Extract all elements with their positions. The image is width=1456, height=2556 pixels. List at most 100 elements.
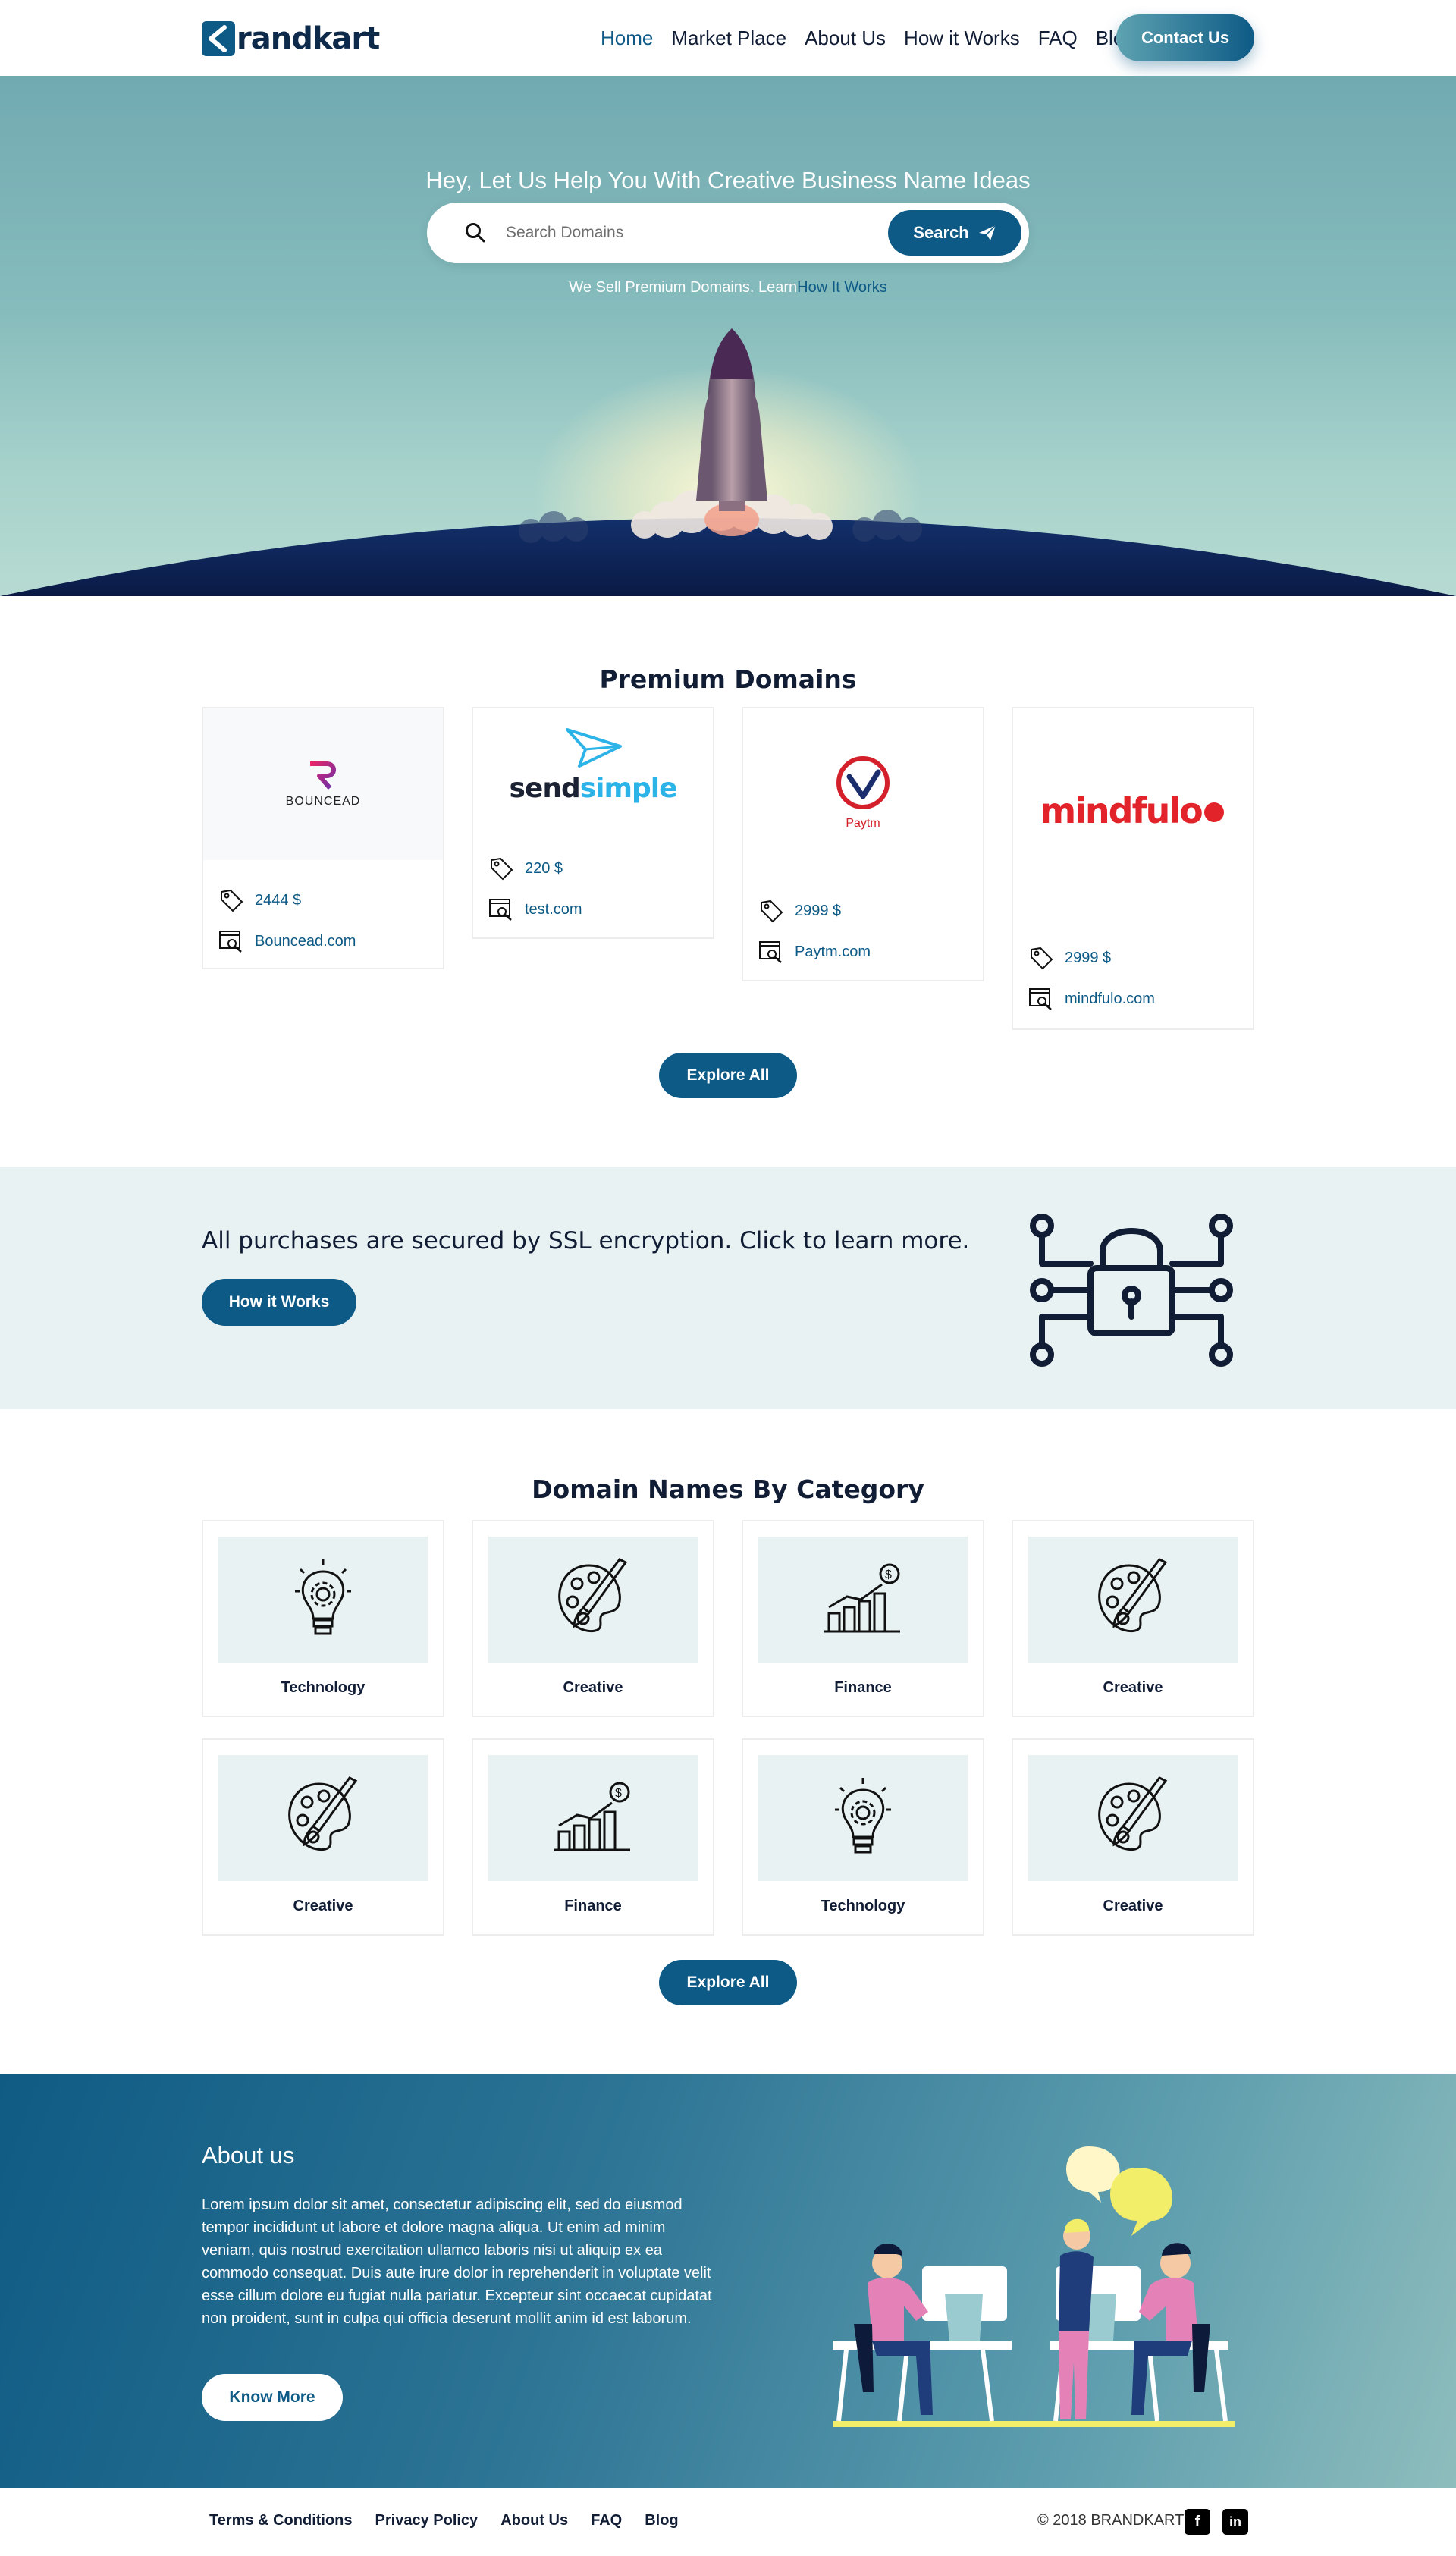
category-card-finance[interactable]: $ Finance [742, 1520, 984, 1717]
category-label: Technology [821, 1898, 905, 1914]
category-art: $ [758, 1537, 968, 1663]
domain-name[interactable]: test.com [525, 901, 582, 918]
mindfulo-wordmark: mindfulo [1040, 790, 1203, 831]
category-card-technology[interactable]: Technology [202, 1520, 444, 1717]
svg-text:$: $ [615, 1787, 622, 1800]
price-row: 2999 $ [758, 898, 841, 924]
nav-market-place[interactable]: Market Place [671, 24, 786, 52]
team-working-illustration [833, 2146, 1235, 2427]
search-input[interactable] [506, 215, 900, 251]
domain-name[interactable]: Paytm.com [795, 944, 871, 961]
hero-subtitle: We Sell Premium Domains. LearnHow It Wor… [0, 279, 1456, 297]
about-body: Lorem ipsum dolor sit amet, consectetur … [202, 2196, 712, 2327]
premium-domains-section: Premium Domains BOUNCEAD 2444 $ Bouncead… [0, 596, 1456, 1167]
domain-name[interactable]: mindfulo.com [1065, 991, 1155, 1008]
footer-nav: Terms & Conditions Privacy Policy About … [209, 2512, 701, 2529]
domain-card[interactable]: BOUNCEAD 2444 $ Bouncead.com [202, 707, 444, 969]
category-card-creative[interactable]: Creative [1012, 1738, 1254, 1936]
nav-how-it-works[interactable]: How it Works [904, 24, 1020, 52]
category-card-creative[interactable]: Creative [202, 1738, 444, 1936]
about-section: About us Lorem ipsum dolor sit amet, con… [0, 2074, 1456, 2488]
category-art [1028, 1537, 1238, 1663]
price-row: 220 $ [488, 856, 563, 881]
lightbulb-gear-icon [295, 1559, 351, 1635]
ssl-banner: All purchases are secured by SSL encrypt… [0, 1167, 1456, 1409]
category-label: Creative [1103, 1679, 1163, 1696]
domain-price: 220 $ [525, 859, 563, 877]
know-more-button[interactable]: Know More [202, 2374, 343, 2421]
explore-all-domains-button[interactable]: Explore All [659, 1053, 797, 1098]
search-button-label: Search [913, 223, 969, 242]
footer-link-faq[interactable]: FAQ [591, 2512, 622, 2529]
linkedin-icon[interactable]: in [1222, 2509, 1248, 2535]
paytm-check-icon [836, 755, 890, 809]
category-art [758, 1755, 968, 1881]
footer-link-about[interactable]: About Us [500, 2512, 568, 2529]
price-tag-icon [491, 857, 513, 881]
footer-link-blog[interactable]: Blog [645, 2512, 678, 2529]
price-tag-icon [221, 889, 243, 912]
footer-link-terms[interactable]: Terms & Conditions [209, 2512, 353, 2529]
domain-name[interactable]: Bouncead.com [255, 933, 356, 950]
domain-price: 2999 $ [1065, 949, 1112, 966]
category-card-technology[interactable]: Technology [742, 1738, 984, 1936]
domain-price: 2444 $ [255, 891, 302, 909]
domain-card[interactable]: mindfulo 2999 $ mindfulo.com [1012, 707, 1254, 1030]
how-it-works-link[interactable]: How It Works [797, 279, 887, 296]
web-search-icon [759, 941, 782, 963]
domain-card[interactable]: Paytm 2999 $ Paytm.com [742, 707, 984, 981]
logo-mark-icon [202, 21, 235, 56]
bouncead-wordmark: BOUNCEAD [285, 794, 361, 808]
about-title: About us [202, 2142, 295, 2168]
domain-price: 2999 $ [795, 902, 842, 919]
rocket-launch-illustration [0, 328, 1456, 596]
price-tag-icon [761, 900, 783, 923]
category-card-creative[interactable]: Creative [1012, 1520, 1254, 1717]
category-art: $ [488, 1755, 698, 1881]
site-header: randkart Home Market Place About Us How … [0, 0, 1456, 76]
hero-title: Hey, Let Us Help You With Creative Busin… [425, 167, 1031, 193]
bouncead-logo: BOUNCEAD [203, 708, 443, 860]
bar-chart-dollar-icon: $ [554, 1782, 630, 1851]
web-search-icon [1029, 988, 1052, 1010]
main-nav: Home Market Place About Us How it Works … [601, 24, 1153, 52]
palette-brush-icon [558, 1558, 628, 1633]
category-card-finance[interactable]: $ Finance [472, 1738, 714, 1936]
facebook-icon[interactable]: f [1185, 2509, 1210, 2535]
copyright-text: © 2018 BRANDKART [1037, 2512, 1185, 2529]
explore-all-categories-button[interactable]: Explore All [659, 1960, 797, 2005]
category-label: Creative [1103, 1898, 1163, 1914]
brand-logo[interactable]: randkart [202, 20, 380, 58]
domain-card[interactable]: sendsimple 220 $ test.com [472, 707, 714, 939]
category-art [218, 1537, 428, 1663]
domain-row: Bouncead.com [218, 928, 356, 954]
palette-brush-icon [1098, 1558, 1168, 1633]
price-row: 2444 $ [218, 887, 301, 913]
web-search-icon [489, 899, 512, 921]
how-it-works-button[interactable]: How it Works [202, 1279, 356, 1326]
nav-home[interactable]: Home [601, 24, 653, 52]
bar-chart-dollar-icon: $ [824, 1563, 900, 1633]
category-label: Technology [281, 1679, 366, 1696]
svg-text:$: $ [885, 1568, 892, 1581]
sendsimple-logo: sendsimple [473, 708, 713, 822]
domain-row: Paytm.com [758, 939, 871, 965]
search-bar: Search [427, 203, 1029, 263]
category-card-creative[interactable]: Creative [472, 1520, 714, 1717]
paytm-wordmark: Paytm [846, 816, 880, 830]
nav-about-us[interactable]: About Us [805, 24, 886, 52]
palette-brush-icon [288, 1776, 358, 1851]
footer-link-privacy[interactable]: Privacy Policy [375, 2512, 479, 2529]
search-button[interactable]: Search [888, 210, 1021, 256]
nav-faq[interactable]: FAQ [1038, 24, 1078, 52]
circuit-lock-icon [1030, 1214, 1233, 1367]
paper-plane-icon [978, 225, 996, 240]
ssl-message: All purchases are secured by SSL encrypt… [202, 1227, 970, 1254]
domain-row: test.com [488, 896, 582, 922]
contact-us-button[interactable]: Contact Us [1116, 14, 1254, 61]
categories-title: Domain Names By Category [532, 1474, 924, 1504]
price-row: 2999 $ [1028, 945, 1111, 971]
bouncead-mark-icon [310, 761, 336, 790]
paper-plane-logo-icon [566, 728, 622, 768]
web-search-icon [219, 931, 242, 953]
